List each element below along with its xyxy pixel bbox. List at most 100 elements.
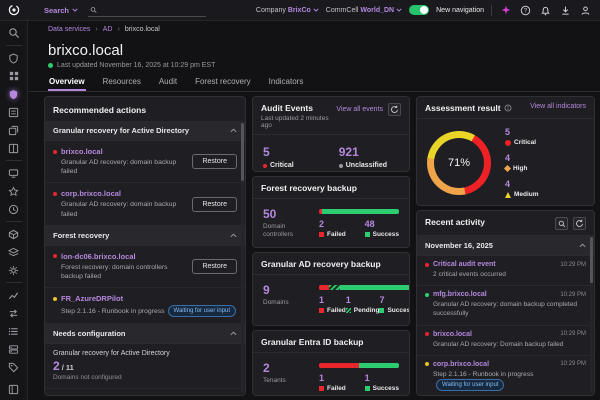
storage-box-icon[interactable] xyxy=(8,228,20,240)
view-all-indicators-link[interactable]: View all indicators xyxy=(530,103,586,110)
tab-audit[interactable]: Audit xyxy=(158,73,178,91)
section-granular-recovery-ad[interactable]: Granular recovery for Active Directory xyxy=(45,121,245,141)
restore-button[interactable]: Restore xyxy=(192,258,237,274)
item-link[interactable]: lon-dc06.brixco.local xyxy=(61,252,136,261)
refresh-button[interactable] xyxy=(388,103,401,116)
refresh-button[interactable] xyxy=(573,217,586,230)
tenants-total-count[interactable]: 2 xyxy=(263,361,309,375)
info-icon[interactable] xyxy=(504,104,512,112)
grid-apps-icon[interactable] xyxy=(8,70,20,82)
recommended-item: brixco.local Granular AD recovery: domai… xyxy=(45,141,245,184)
company-selector[interactable]: Company BrixCo xyxy=(256,7,319,14)
tab-resources[interactable]: Resources xyxy=(102,73,142,91)
search-button[interactable] xyxy=(555,217,568,230)
success-count[interactable]: 1 xyxy=(365,373,399,383)
breadcrumb-ad[interactable]: AD xyxy=(103,26,113,33)
item-link[interactable]: FR_AzureDRPilot xyxy=(61,294,123,303)
success-swatch xyxy=(379,308,385,313)
collapse-panel-icon[interactable] xyxy=(8,383,20,395)
copy-icon[interactable] xyxy=(8,124,20,136)
checklist-icon[interactable] xyxy=(8,106,20,118)
clock-icon[interactable] xyxy=(8,203,20,215)
section-needs-configuration[interactable]: Needs configuration xyxy=(45,324,245,345)
failed-count[interactable]: 2 xyxy=(319,219,346,229)
critical-count[interactable]: 5 xyxy=(263,145,294,159)
item-link[interactable]: brixco.local xyxy=(61,147,103,156)
config-label: Granular recovery for Active Directory xyxy=(53,350,170,358)
success-count[interactable]: 48 xyxy=(365,219,399,229)
config-total: / 11 xyxy=(61,363,74,373)
domains-total-label: Domains xyxy=(263,299,289,306)
global-search[interactable] xyxy=(88,4,207,17)
status-dot-success xyxy=(425,292,429,297)
star-icon[interactable] xyxy=(8,185,20,197)
commcell-label: CommCell xyxy=(325,6,359,14)
success-count[interactable]: 7 xyxy=(379,295,409,305)
gear-icon[interactable] xyxy=(8,264,20,276)
chevron-up-icon xyxy=(230,233,237,237)
pending-count[interactable]: 1 xyxy=(346,295,380,305)
failed-count[interactable]: 1 xyxy=(319,373,346,383)
scrollbar[interactable] xyxy=(241,121,244,393)
data-services-icon-active[interactable] xyxy=(8,88,20,100)
item-description-text: Step 2.1.16 - Runbook in progress xyxy=(61,307,165,315)
forest-failed-stat: 2 Failed xyxy=(319,219,346,238)
help-icon[interactable]: ? xyxy=(519,4,532,17)
medium-label: Medium xyxy=(514,191,539,198)
section-title: Granular recovery for Active Directory xyxy=(53,126,190,135)
activity-date-group[interactable]: November 16, 2025 xyxy=(417,236,594,256)
activity-link[interactable]: Critical audit event xyxy=(433,261,496,268)
search-scope-dropdown[interactable]: Search xyxy=(44,6,78,15)
item-description: Granular AD recovery: domain backup fail… xyxy=(61,159,177,176)
activity-link[interactable]: brixco.local xyxy=(433,331,472,338)
ai-assistant-icon[interactable] xyxy=(499,4,512,17)
activity-link[interactable]: corp.brixco.local xyxy=(433,361,489,368)
shield-icon[interactable] xyxy=(8,52,20,64)
breadcrumb-current: brixco.local xyxy=(124,25,160,33)
transfer-arrows-icon[interactable] xyxy=(8,307,20,319)
section-forest-recovery[interactable]: Forest recovery xyxy=(45,225,245,246)
medium-count[interactable]: 4 xyxy=(505,179,539,189)
waiting-for-user-input-badge: Waiting for user input xyxy=(167,305,237,318)
columns-icon[interactable] xyxy=(8,142,20,154)
unclassified-count[interactable]: 921 xyxy=(339,145,387,159)
layers-icon[interactable] xyxy=(8,246,20,258)
config-value[interactable]: 2 xyxy=(53,359,60,373)
chart-icon[interactable] xyxy=(8,289,20,301)
high-count[interactable]: 4 xyxy=(505,153,539,163)
account-icon[interactable] xyxy=(579,4,592,17)
item-description: Forest recovery: domain controllers back… xyxy=(61,263,168,280)
app-logo[interactable] xyxy=(0,4,28,16)
critical-count[interactable]: 5 xyxy=(505,127,539,137)
notifications-bell-icon[interactable] xyxy=(539,4,552,17)
restore-button[interactable]: Restore xyxy=(192,154,237,170)
search-icon[interactable] xyxy=(8,27,20,39)
item-link[interactable]: corp.brixco.local xyxy=(61,189,121,198)
unclassified-events-stat: 921 Unclassified xyxy=(338,145,387,169)
breadcrumb-data-services[interactable]: Data services xyxy=(48,26,90,33)
scrollbar[interactable] xyxy=(590,235,593,393)
server-icon[interactable] xyxy=(8,343,20,355)
list-icon[interactable] xyxy=(8,325,20,337)
monitor-icon[interactable] xyxy=(8,167,20,179)
commcell-selector[interactable]: CommCell World_DN xyxy=(326,7,402,14)
view-all-events-link[interactable]: View all events xyxy=(336,106,383,113)
new-navigation-toggle[interactable] xyxy=(409,5,430,15)
forest-total-count[interactable]: 50 xyxy=(263,207,309,221)
recommended-item: corp.brixco.local Granular AD recovery: … xyxy=(45,183,245,226)
company-label: Company xyxy=(255,6,286,14)
failed-count[interactable]: 1 xyxy=(319,295,346,305)
status-dot-critical xyxy=(425,262,429,267)
tab-overview[interactable]: Overview xyxy=(48,73,86,91)
search-input[interactable] xyxy=(101,6,205,13)
tab-indicators[interactable]: Indicators xyxy=(268,73,305,91)
tab-forest-recovery[interactable]: Forest recovery xyxy=(194,73,252,91)
activity-link[interactable]: mfg.brixco.local xyxy=(433,291,487,298)
download-icon[interactable] xyxy=(559,4,572,17)
page-title: brixco.local xyxy=(48,42,124,59)
domains-total-count[interactable]: 9 xyxy=(263,283,309,297)
entra-success-stat: 1 Success xyxy=(364,373,399,392)
tag-icon[interactable] xyxy=(8,361,20,373)
restore-button[interactable]: Restore xyxy=(192,196,237,212)
search-icon xyxy=(90,6,97,13)
